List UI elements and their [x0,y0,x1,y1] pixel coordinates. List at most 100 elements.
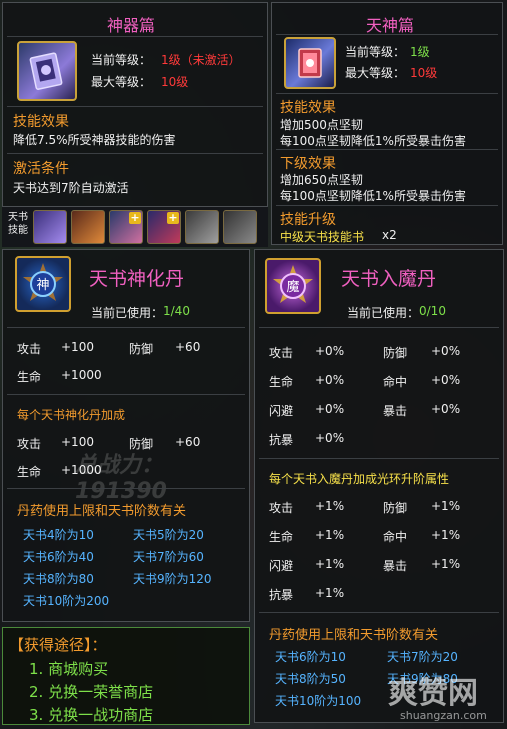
obtain-item: 3. 兑换一战功商店 [29,706,154,724]
tianshen-upgrade-heading: 技能升级 [280,212,336,228]
divider [276,34,498,35]
rumo-used-value: 0/10 [419,304,446,318]
stat-value: +100 [61,340,94,354]
shenhua-pill-icon: 神 [15,256,71,312]
divider [7,327,245,328]
skill-slot-book-icon[interactable] [71,210,105,244]
stat-name: 生命 [17,465,42,479]
shenqi-activate-text: 天书达到7阶自动激活 [13,181,129,195]
tianshen-next-line: 每100点坚韧降低1%所受暴击伤害 [280,189,466,203]
upgrade-plus-icon: + [129,211,141,224]
tianshen-max-level-label: 最大等级： [345,66,406,80]
limit-item: 天书8阶为50 [275,672,346,686]
stat-value: +0% [315,402,345,416]
stat-value: +1% [315,528,345,542]
svg-text:神: 神 [36,278,49,293]
rumo-per-heading: 每个天书入魔丹加成光环升阶属性 [269,472,450,486]
stat-name: 命中 [383,375,408,389]
stat-value: +1000 [61,463,102,477]
stat-value: +0% [315,344,345,358]
stat-name: 防御 [383,501,408,515]
obtain-item: 1. 商城购买 [29,660,109,678]
divider [259,327,499,328]
stat-name: 攻击 [17,437,42,451]
stat-value: +0% [431,344,461,358]
skill-slot-book-icon[interactable]: + [109,210,143,244]
skill-slot-book-icon[interactable]: + [147,210,181,244]
skill-bar-label: 天书 技能 [8,212,28,236]
tianshen-effect-heading: 技能效果 [280,100,336,116]
stat-name: 生命 [269,375,294,389]
rumo-title: 天书入魔丹 [341,268,437,290]
stat-value: +1000 [61,368,102,382]
limit-item: 天书8阶为80 [23,572,94,586]
shenqi-current-level-label: 当前等级： [91,53,152,67]
site-watermark-url: shuangzan.com [400,709,487,722]
limit-item: 天书7阶为20 [387,650,458,664]
stat-value: +1% [431,499,461,513]
shenqi-effect-heading: 技能效果 [13,114,69,130]
limit-item: 天书4阶为10 [23,528,94,542]
divider [276,93,498,94]
stat-name: 攻击 [269,346,294,360]
rumo-pill-panel: 魔 天书入魔丹 当前已使用： 0/10 攻击 +0% 防御 +0% 生命 +0%… [254,249,504,723]
tianshen-title: 天神篇 [366,16,415,35]
limit-item: 天书6阶为40 [23,550,94,564]
limit-item: 天书10阶为100 [275,694,362,708]
rumo-used-label: 当前已使用： [347,306,420,320]
tianshen-tooltip-panel: 天神篇 当前等级： 1级 最大等级： 10级 技能效果 增加500点坚韧 每10… [271,2,503,245]
stat-value: +0% [315,431,345,445]
stat-name: 暴击 [383,559,408,573]
obtain-methods-panel: 【获得途径】： 1. 商城购买 2. 兑换一荣誉商店 3. 兑换一战功商店 [2,627,250,725]
skill-slot-book-icon[interactable] [33,210,67,244]
stat-name: 攻击 [269,501,294,515]
shenhua-used-value: 1/40 [163,304,190,318]
skill-bar: 天书 技能 + + [2,207,268,247]
obtain-item: 2. 兑换一荣誉商店 [29,683,154,701]
limit-item: 天书5阶为20 [133,528,204,542]
shenqi-effect-text: 降低7.5%所受神器技能的伤害 [13,133,176,147]
divider [276,205,498,206]
tianshen-upgrade-item: 中级天书技能书 [280,230,365,244]
tianshen-upgrade-count: x2 [382,228,397,242]
shenhua-per-heading: 每个天书神化丹加成 [17,408,126,422]
divider [259,458,499,459]
obtain-heading: 【获得途径】： [9,636,107,654]
limit-item: 天书7阶为60 [133,550,204,564]
shenqi-max-level-value: 10级 [161,75,189,89]
stat-value: +60 [175,340,201,354]
divider [7,106,263,107]
stat-name: 生命 [269,530,294,544]
divider [7,394,245,395]
stat-value: +1% [315,557,345,571]
limit-item: 天书9阶为120 [133,572,212,586]
skill-slot-book-icon[interactable] [185,210,219,244]
skill-slot-book-icon[interactable] [223,210,257,244]
upgrade-plus-icon: + [167,211,179,224]
tianshen-next-heading: 下级效果 [280,156,336,172]
stat-name: 暴击 [383,404,408,418]
stat-value: +0% [431,373,461,387]
shenqi-tooltip-panel: 神器篇 当前等级： 1级（未激活） 最大等级： 10级 技能效果 降低7.5%所… [2,2,268,207]
stat-value: +0% [315,373,345,387]
stat-value: +1% [315,499,345,513]
stat-name: 闪避 [269,559,294,573]
stat-name: 闪避 [269,404,294,418]
tianshen-next-line: 增加650点坚韧 [280,173,363,187]
shenhua-pill-panel: 神 天书神化丹 当前已使用： 1/40 攻击 +100 防御 +60 生命 +1… [2,249,250,622]
limit-item: 天书10阶为200 [23,594,110,608]
stat-name: 抗暴 [269,433,294,447]
rumo-pill-icon: 魔 [265,258,321,314]
shenhua-title: 天书神化丹 [89,268,185,290]
tianshen-current-level-label: 当前等级： [345,45,406,59]
tianshen-max-level-value: 10级 [410,66,438,80]
shenqi-max-level-label: 最大等级： [91,75,152,89]
stat-name: 抗暴 [269,588,294,602]
shenqi-book-icon [17,41,77,101]
divider [276,149,498,150]
stat-value: +1% [315,586,345,600]
stat-name: 生命 [17,370,42,384]
stat-name: 攻击 [17,342,42,356]
tianshen-current-level-value: 1级 [410,45,430,59]
site-watermark: 爽赞网 [388,676,478,711]
